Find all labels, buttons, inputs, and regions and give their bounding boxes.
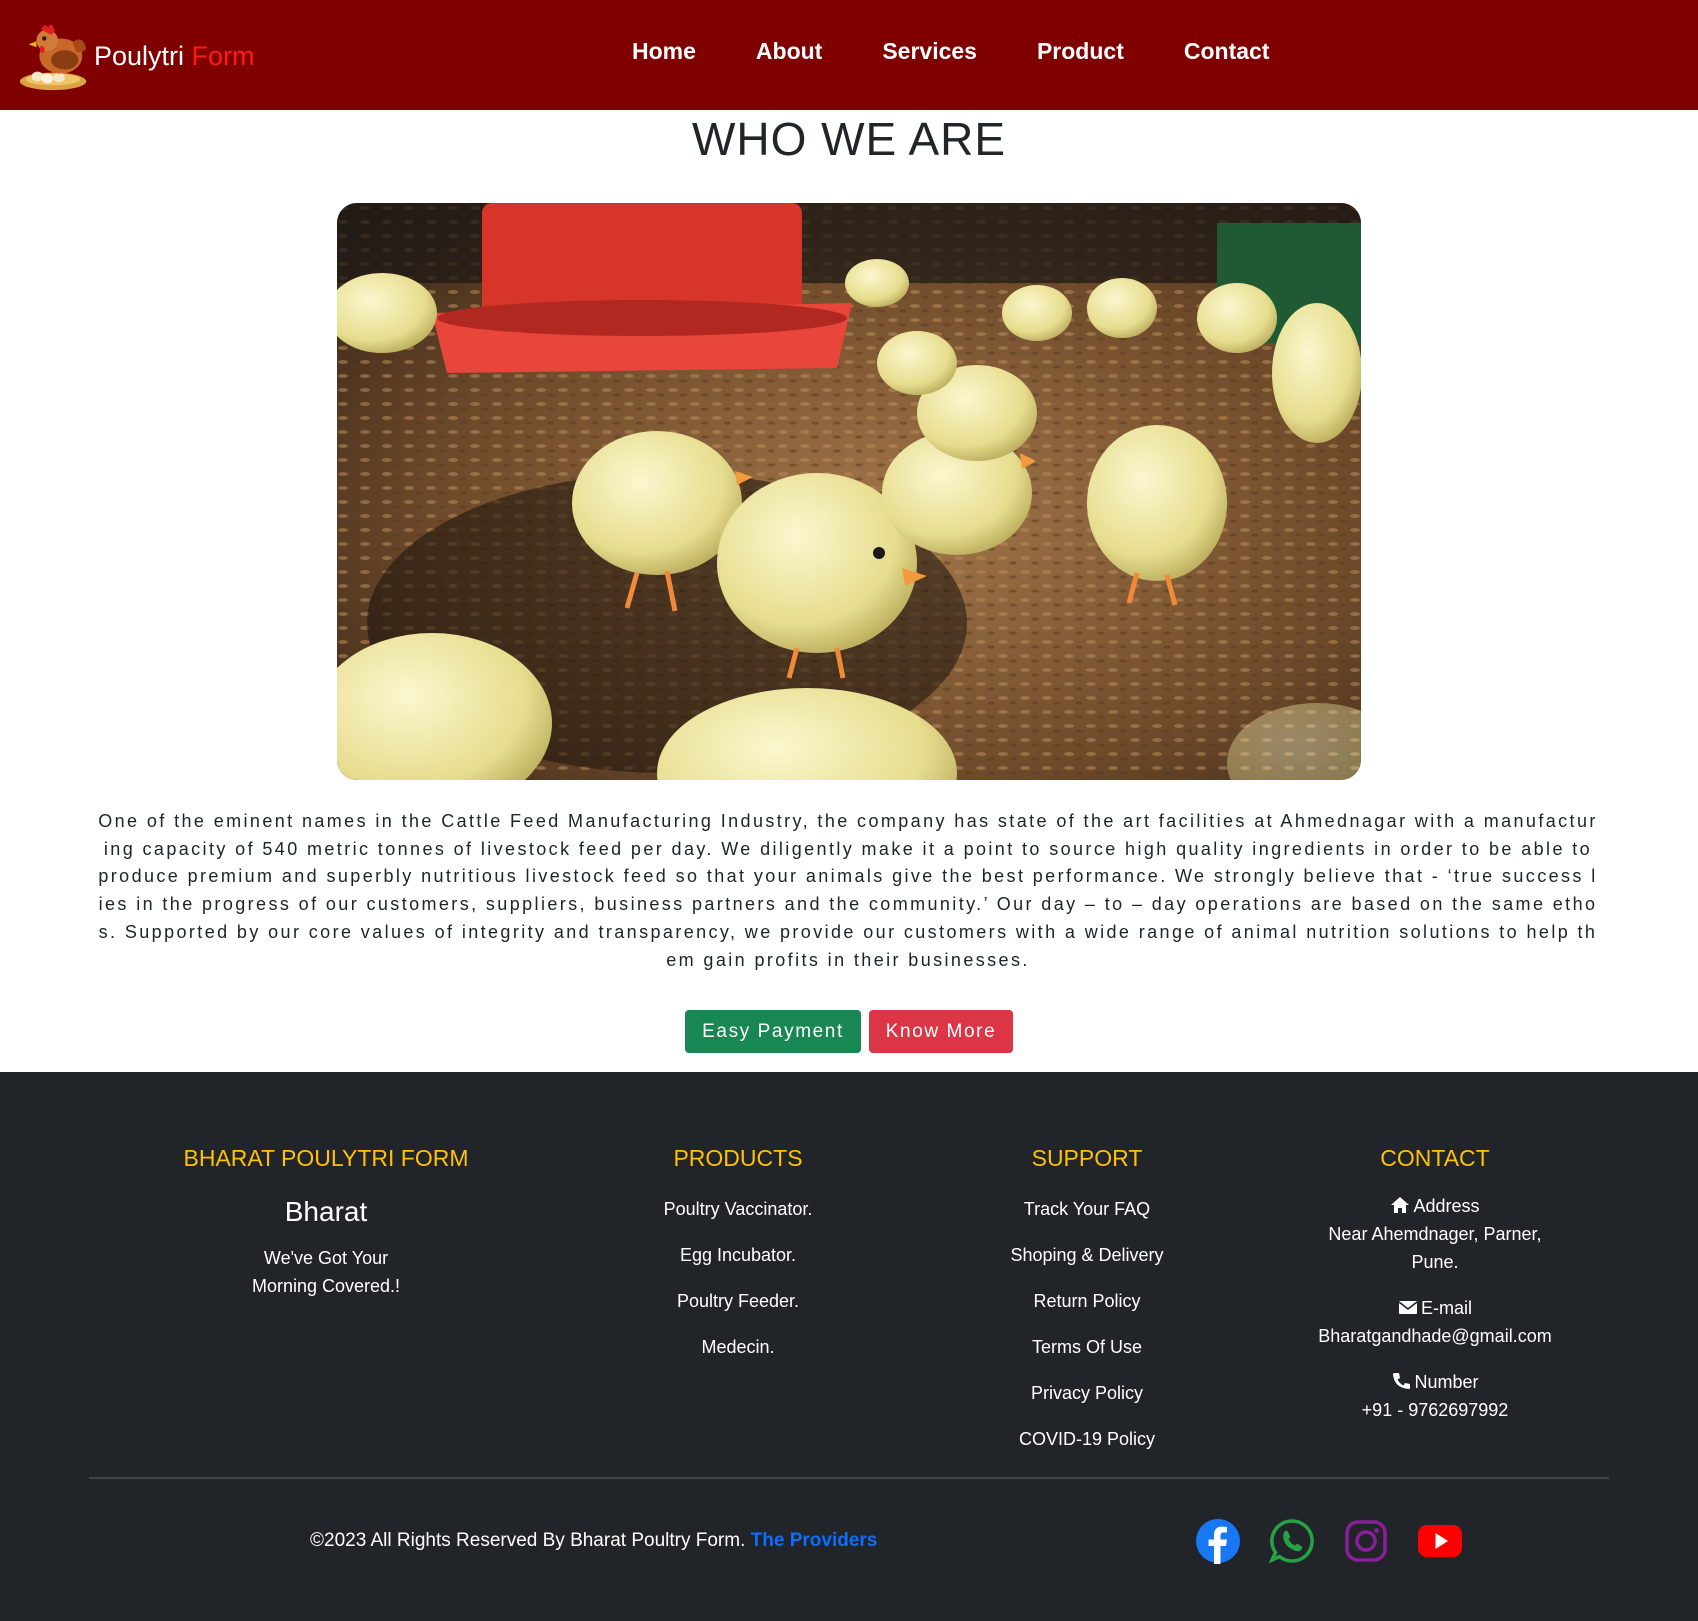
- easy-payment-button[interactable]: Easy Payment: [685, 1010, 861, 1053]
- footer: BHARAT POULYTRI FORM Bharat We've Got Yo…: [0, 1072, 1698, 1621]
- support-link-covid[interactable]: COVID-19 Policy: [937, 1428, 1237, 1474]
- product-link-incubator[interactable]: Egg Incubator.: [588, 1244, 888, 1290]
- nav-product[interactable]: Product: [1037, 38, 1124, 65]
- whatsapp-icon[interactable]: [1269, 1518, 1315, 1564]
- footer-tagline: We've Got Your Morning Covered.!: [251, 1248, 401, 1296]
- brand-name-main: Poulytri: [94, 40, 192, 71]
- footer-support-title: SUPPORT: [1031, 1145, 1143, 1171]
- brand-name-accent: Form: [191, 40, 255, 71]
- copyright-text: ©2023 All Rights Reserved By Bharat Poul…: [310, 1530, 751, 1551]
- support-link-return[interactable]: Return Policy: [937, 1290, 1237, 1336]
- nav-services[interactable]: Services: [882, 38, 977, 65]
- contact-email: E-mail Bharatgandhade@gmail.com: [1285, 1294, 1585, 1350]
- support-link-terms[interactable]: Terms Of Use: [937, 1336, 1237, 1382]
- footer-products-column: PRODUCTS Poultry Vaccinator. Egg Incubat…: [588, 1145, 888, 1382]
- phone-label: Number: [1414, 1372, 1479, 1392]
- know-more-button[interactable]: Know More: [869, 1010, 1013, 1053]
- phone-value[interactable]: +91 - 9762697992: [1285, 1396, 1585, 1424]
- footer-products-title: PRODUCTS: [673, 1145, 803, 1171]
- facebook-icon[interactable]: [1195, 1518, 1241, 1564]
- section-title: WHO WE ARE: [691, 113, 1007, 165]
- footer-support-column: SUPPORT Track Your FAQ Shoping & Deliver…: [937, 1145, 1237, 1474]
- nav-contact[interactable]: Contact: [1184, 38, 1270, 65]
- footer-contact-title: CONTACT: [1380, 1145, 1490, 1171]
- brand-name: Poulytri Form: [94, 41, 255, 72]
- about-paragraph: One of the eminent names in the Cattle F…: [98, 811, 1598, 970]
- social-links: [1195, 1518, 1491, 1564]
- instagram-icon[interactable]: [1343, 1518, 1389, 1564]
- email-value[interactable]: Bharatgandhade@gmail.com: [1285, 1322, 1585, 1350]
- support-link-faq[interactable]: Track Your FAQ: [937, 1198, 1237, 1244]
- footer-brand-title: BHARAT POULYTRI FORM: [183, 1145, 469, 1171]
- address-label: Address: [1413, 1196, 1480, 1216]
- youtube-icon[interactable]: [1417, 1518, 1463, 1564]
- contact-phone: Number +91 - 9762697992: [1285, 1368, 1585, 1424]
- envelope-icon: [1398, 1301, 1418, 1314]
- support-link-shipping[interactable]: Shoping & Delivery: [937, 1244, 1237, 1290]
- footer-divider: [89, 1477, 1609, 1479]
- home-icon: [1391, 1197, 1410, 1213]
- brand[interactable]: Poulytri Form: [16, 16, 255, 96]
- footer-contact-column: CONTACT Address Near Ahemdnager, Parner,…: [1285, 1145, 1585, 1424]
- providers-link[interactable]: The Providers: [751, 1530, 878, 1551]
- nav-menu: Home About Services Product Contact: [632, 38, 1329, 65]
- cta-buttons: Easy Payment Know More: [685, 1010, 1013, 1053]
- hen-logo-icon: [19, 24, 87, 91]
- navbar: Poulytri Form Home About Services Produc…: [0, 0, 1698, 110]
- copyright: ©2023 All Rights Reserved By Bharat Poul…: [310, 1530, 877, 1552]
- address-value: Near Ahemdnager, Parner, Pune.: [1328, 1224, 1542, 1272]
- phone-icon: [1393, 1373, 1411, 1389]
- email-label: E-mail: [1420, 1298, 1472, 1318]
- product-link-feeder[interactable]: Poultry Feeder.: [588, 1290, 888, 1336]
- footer-brand-name: Bharat: [284, 1196, 368, 1227]
- nav-about[interactable]: About: [756, 38, 822, 65]
- hero-image: [337, 203, 1361, 780]
- product-link-vaccinator[interactable]: Poultry Vaccinator.: [588, 1198, 888, 1244]
- contact-address: Address Near Ahemdnager, Parner, Pune.: [1285, 1192, 1585, 1276]
- footer-brand-column: BHARAT POULYTRI FORM Bharat We've Got Yo…: [126, 1145, 526, 1300]
- nav-home[interactable]: Home: [632, 38, 696, 65]
- product-link-medecin[interactable]: Medecin.: [588, 1336, 888, 1382]
- support-link-privacy[interactable]: Privacy Policy: [937, 1382, 1237, 1428]
- chicks-photo: [337, 203, 1361, 780]
